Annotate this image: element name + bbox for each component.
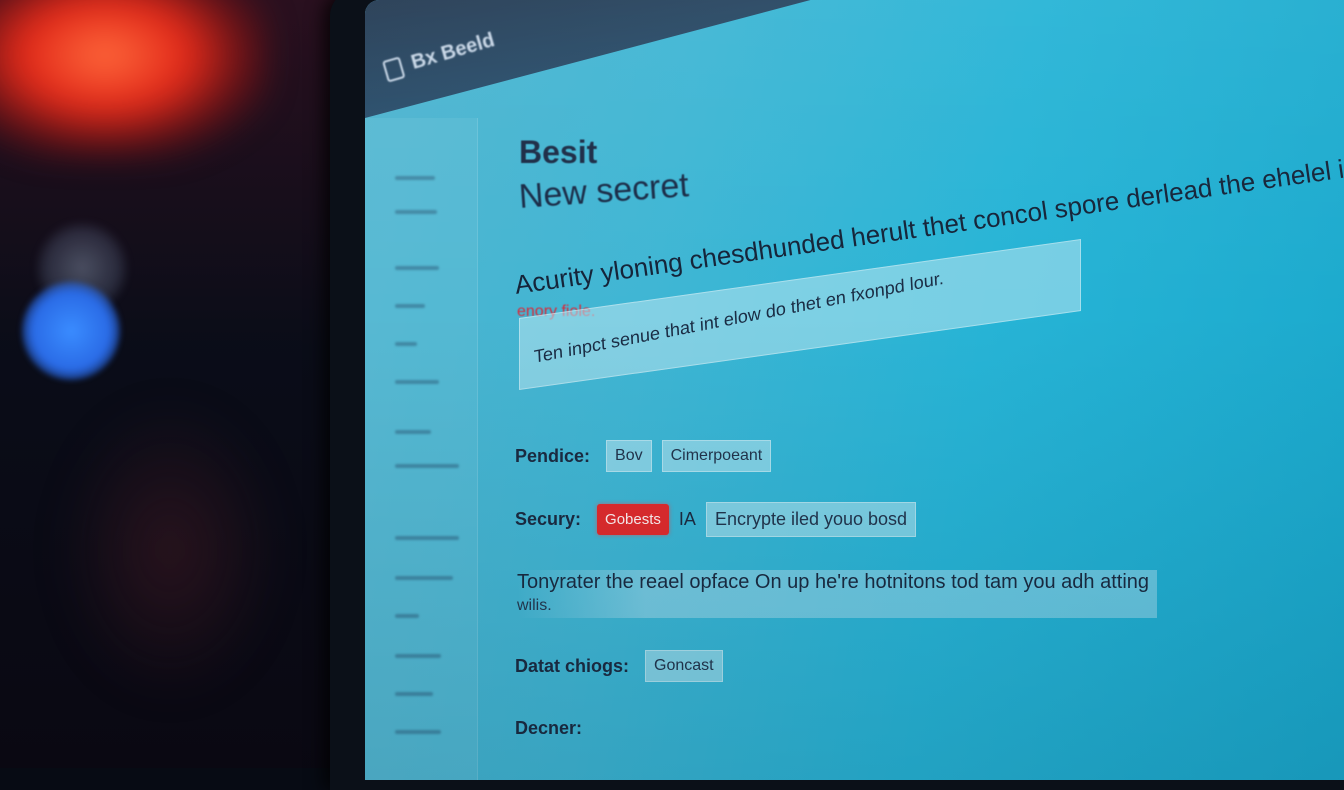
detail-label: Datat chiogs:: [515, 655, 630, 676]
page-subtitle: New secret: [517, 166, 690, 216]
description-text: Tonyrater the reael opface On up he're h…: [517, 570, 1157, 618]
security-row: Secury: Gobests IA Encrypte iled youo bo…: [515, 502, 917, 537]
pendice-option-2[interactable]: Cimerpoeant: [661, 440, 772, 472]
app-header: [365, 0, 811, 118]
sidebar-item[interactable]: [395, 210, 437, 214]
pendice-label: Pendice:: [515, 445, 591, 466]
background-blur: [60, 400, 280, 700]
sidebar-item[interactable]: [395, 176, 435, 180]
owner-row: Decner:: [515, 718, 588, 739]
description-line-cont: wilis.: [517, 597, 552, 614]
description-line: Tonyrater the reael opface On up he're h…: [517, 571, 1150, 593]
monitor-screen: Bx Beeld Besit New secret Acurity ylonin…: [365, 0, 1344, 780]
sidebar-item[interactable]: [395, 536, 459, 540]
sidebar-item[interactable]: [395, 654, 441, 658]
security-label: Secury:: [515, 509, 582, 529]
sidebar-item[interactable]: [395, 464, 459, 468]
page-title: Besit: [519, 134, 598, 170]
detail-button[interactable]: Goncast: [645, 650, 723, 682]
sidebar-item[interactable]: [395, 730, 441, 734]
blue-bokeh-light: [22, 282, 120, 380]
red-neon-light: [0, 0, 270, 160]
pendice-option-1[interactable]: Bov: [606, 440, 652, 472]
sidebar-item[interactable]: [395, 430, 431, 434]
pendice-row: Pendice: Bov Cimerpoeant: [515, 440, 772, 472]
sidebar-item[interactable]: [395, 266, 439, 270]
sidebar-item[interactable]: [395, 576, 453, 580]
security-prefix: IA: [678, 509, 696, 529]
main-content: Besit New secret Acurity yloning chesdhu…: [513, 120, 1344, 760]
sidebar-item[interactable]: [395, 692, 433, 696]
sidebar-item[interactable]: [395, 380, 439, 384]
security-value[interactable]: Encrypte iled youo bosd: [705, 502, 917, 537]
sidebar-item[interactable]: [395, 342, 417, 346]
detail-row: Datat chiogs: Goncast: [515, 650, 723, 682]
security-button[interactable]: Gobests: [597, 504, 669, 535]
sidebar-item[interactable]: [395, 614, 419, 618]
sidebar: [365, 118, 478, 780]
sidebar-item[interactable]: [395, 304, 425, 308]
owner-label: Decner:: [515, 718, 583, 738]
